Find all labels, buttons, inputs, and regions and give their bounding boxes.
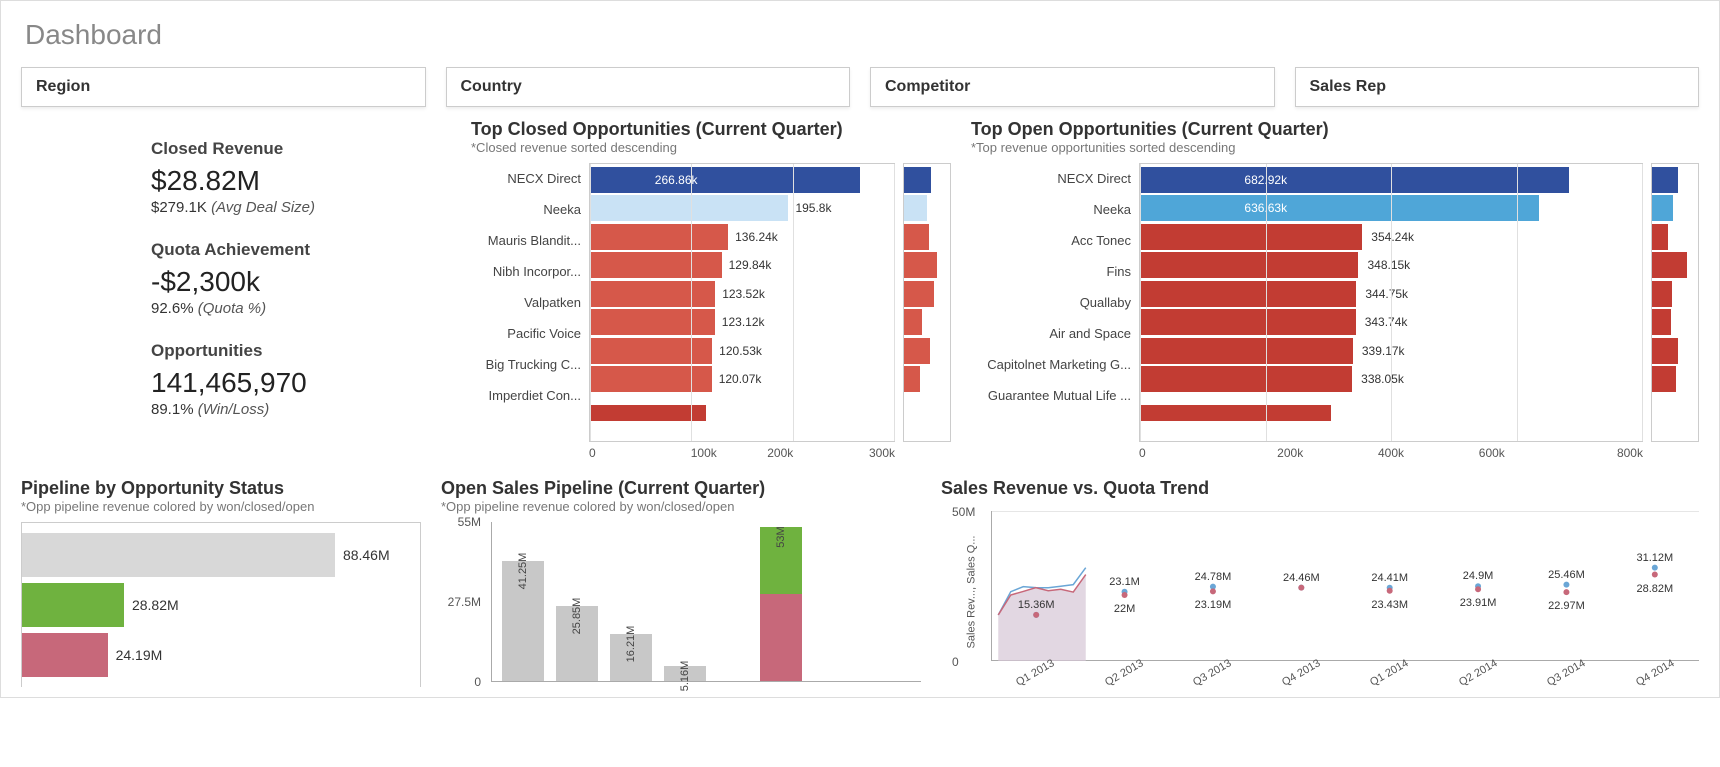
mini-bar bbox=[1652, 309, 1671, 335]
trend-y-axis-label: Sales Rev..., Sales Q... bbox=[965, 536, 977, 649]
open-pipeline-subtitle: *Opp pipeline revenue colored by won/clo… bbox=[441, 499, 921, 514]
page-title: Dashboard bbox=[25, 19, 1699, 51]
kpi-panel: Closed Revenue $28.82M $279.1K (Avg Deal… bbox=[21, 119, 451, 460]
pipeline-bar[interactable]: 88.46M bbox=[22, 533, 420, 577]
pipeline-bar[interactable]: 28.82M bbox=[22, 583, 420, 627]
top-open-title: Top Open Opportunities (Current Quarter) bbox=[971, 119, 1699, 140]
filter-bar: Region Country Competitor Sales Rep bbox=[21, 67, 1699, 107]
kpi-closed-revenue-sub: $279.1K (Avg Deal Size) bbox=[151, 199, 451, 216]
kpi-quota-value: -$2,300k bbox=[151, 266, 451, 298]
mini-bar bbox=[904, 281, 934, 307]
bar[interactable]: 195.8k bbox=[590, 195, 894, 221]
trend-point-label: 22M bbox=[1114, 603, 1135, 615]
bar-label: Air and Space bbox=[971, 318, 1131, 349]
bar-label: Quallaby bbox=[971, 287, 1131, 318]
bar[interactable]: 123.12k bbox=[590, 309, 894, 335]
pipeline-status-panel: Pipeline by Opportunity Status *Opp pipe… bbox=[21, 478, 421, 687]
trend-chart[interactable]: 15.36M 23.1M 24.78M 24.46M 24.41M 24.9M 25.46M… bbox=[991, 511, 1699, 661]
pipeline-status-subtitle: *Opp pipeline revenue colored by won/clo… bbox=[21, 499, 421, 514]
open-pipeline-chart[interactable]: 41.25M 25.85M 16.21M 5.16M 53M bbox=[491, 522, 921, 682]
mini-bar bbox=[1652, 252, 1687, 278]
mini-bar bbox=[904, 224, 929, 250]
filter-sales-rep[interactable]: Sales Rep bbox=[1295, 67, 1700, 107]
pipeline-status-title: Pipeline by Opportunity Status bbox=[21, 478, 421, 499]
trend-panel: Sales Revenue vs. Quota Trend Sales Rev.… bbox=[941, 478, 1699, 687]
trend-point-label: 24.41M bbox=[1371, 572, 1408, 584]
trend-point-label: 24.78M bbox=[1195, 571, 1232, 583]
trend-point-label: 28.82M bbox=[1636, 583, 1673, 595]
pipeline-column[interactable]: 53M bbox=[760, 527, 802, 681]
mini-bar bbox=[1652, 366, 1676, 392]
top-closed-chart[interactable]: NECX DirectNeekaMauris Blandit...Nibh In… bbox=[471, 163, 951, 442]
top-open-subtitle: *Top revenue opportunities sorted descen… bbox=[971, 140, 1699, 155]
top-open-chart[interactable]: NECX DirectNeekaAcc TonecFinsQuallabyAir… bbox=[971, 163, 1699, 442]
kpi-quota-label: Quota Achievement bbox=[151, 240, 451, 260]
top-open-panel: Top Open Opportunities (Current Quarter)… bbox=[971, 119, 1699, 460]
pipeline-status-chart[interactable]: 88.46M 28.82M 24.19M bbox=[21, 522, 421, 687]
open-pipeline-title: Open Sales Pipeline (Current Quarter) bbox=[441, 478, 921, 499]
mini-bar bbox=[904, 252, 937, 278]
mini-bar bbox=[1652, 338, 1678, 364]
trend-title: Sales Revenue vs. Quota Trend bbox=[941, 478, 1699, 499]
bar-label: Nibh Incorpor... bbox=[471, 256, 581, 287]
mini-bar bbox=[1652, 224, 1668, 250]
bar-label: NECX Direct bbox=[971, 163, 1131, 194]
bar-label: Pacific Voice bbox=[471, 318, 581, 349]
top-closed-panel: Top Closed Opportunities (Current Quarte… bbox=[471, 119, 951, 460]
trend-point-label: 23.43M bbox=[1371, 599, 1408, 611]
trend-point-label: 22.97M bbox=[1548, 600, 1585, 612]
filter-country[interactable]: Country bbox=[446, 67, 851, 107]
mini-bar bbox=[1652, 195, 1673, 221]
trend-point-label: 31.12M bbox=[1636, 552, 1673, 564]
mini-bar bbox=[904, 309, 922, 335]
bar-label: NECX Direct bbox=[471, 163, 581, 194]
mini-bar bbox=[904, 366, 920, 392]
bar[interactable]: 123.52k bbox=[590, 281, 894, 307]
bar-label: Guarantee Mutual Life ... bbox=[971, 380, 1131, 411]
pipeline-bar[interactable]: 24.19M bbox=[22, 633, 420, 677]
trend-point-label: 25.46M bbox=[1548, 569, 1585, 581]
trend-point-label: 23.1M bbox=[1109, 576, 1140, 588]
bar[interactable]: 120.07k bbox=[590, 366, 894, 392]
open-pipeline-panel: Open Sales Pipeline (Current Quarter) *O… bbox=[441, 478, 921, 687]
mini-bar bbox=[904, 338, 930, 364]
bar-label: Valpatken bbox=[471, 287, 581, 318]
bar-label: Imperdiet Con... bbox=[471, 380, 581, 411]
mini-bar bbox=[904, 195, 927, 221]
trend-point-label: 15.36M bbox=[1018, 599, 1055, 611]
bar-label: Acc Tonec bbox=[971, 225, 1131, 256]
trend-point-label: 23.19M bbox=[1195, 599, 1232, 611]
pipeline-column[interactable]: 41.25M bbox=[502, 561, 544, 681]
bar-label: Neeka bbox=[471, 194, 581, 225]
pipeline-column[interactable]: 25.85M bbox=[556, 606, 598, 681]
bar-label: Capitolnet Marketing G... bbox=[971, 349, 1131, 380]
kpi-closed-revenue-label: Closed Revenue bbox=[151, 139, 451, 159]
trend-point-label: 24.46M bbox=[1283, 572, 1320, 584]
kpi-opps-value: 141,465,970 bbox=[151, 367, 451, 399]
bar-label: Neeka bbox=[971, 194, 1131, 225]
bar[interactable]: 266.86k bbox=[590, 167, 894, 193]
pipeline-column[interactable]: 16.21M bbox=[610, 634, 652, 681]
bar-label: Fins bbox=[971, 256, 1131, 287]
mini-bar bbox=[1652, 167, 1678, 193]
trend-point-label: 23.91M bbox=[1460, 597, 1497, 609]
pipeline-column[interactable]: 5.16M bbox=[664, 666, 706, 681]
mini-bar bbox=[904, 167, 931, 193]
kpi-quota-sub: 92.6% (Quota %) bbox=[151, 300, 451, 317]
kpi-opps-label: Opportunities bbox=[151, 341, 451, 361]
filter-region[interactable]: Region bbox=[21, 67, 426, 107]
top-closed-subtitle: *Closed revenue sorted descending bbox=[471, 140, 951, 155]
bar[interactable]: 129.84k bbox=[590, 252, 894, 278]
bar[interactable]: 120.53k bbox=[590, 338, 894, 364]
top-closed-title: Top Closed Opportunities (Current Quarte… bbox=[471, 119, 951, 140]
kpi-opps-sub: 89.1% (Win/Loss) bbox=[151, 401, 451, 418]
mini-bar bbox=[1652, 281, 1672, 307]
bar[interactable]: 136.24k bbox=[590, 224, 894, 250]
trend-point-label: 24.9M bbox=[1463, 570, 1494, 582]
filter-competitor[interactable]: Competitor bbox=[870, 67, 1275, 107]
bar-label: Mauris Blandit... bbox=[471, 225, 581, 256]
kpi-closed-revenue-value: $28.82M bbox=[151, 165, 451, 197]
bar-label: Big Trucking C... bbox=[471, 349, 581, 380]
